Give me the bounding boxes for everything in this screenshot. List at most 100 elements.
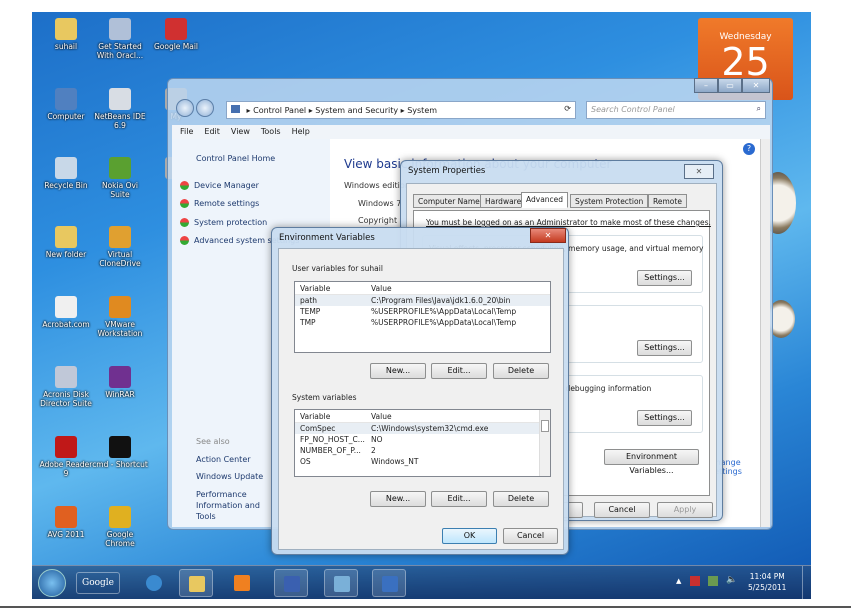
cancel-button[interactable]: Cancel — [594, 502, 650, 518]
breadcrumb-control-panel[interactable]: Control Panel — [253, 106, 306, 115]
tab-computer-name[interactable]: Computer Name — [413, 194, 485, 208]
system-edit-button[interactable]: Edit... — [431, 491, 487, 507]
ok-button[interactable]: OK — [442, 528, 497, 544]
variable-row[interactable]: TMP %USERPROFILE%\AppData\Local\Temp — [295, 317, 550, 328]
google-toolbar-button[interactable]: Google — [76, 572, 120, 594]
desktop-icon-adobe-reader-9[interactable]: Adobe Reader 9 — [38, 436, 94, 478]
breadcrumb-system[interactable]: System — [407, 106, 437, 115]
system-new-button[interactable]: New... — [370, 491, 426, 507]
column-value[interactable]: Value — [371, 282, 550, 294]
variable-row[interactable]: OS Windows_NT — [295, 456, 550, 467]
icon-label: suhail — [54, 42, 78, 51]
internet-explorer-button[interactable] — [137, 569, 171, 597]
tab-remote[interactable]: Remote — [648, 194, 687, 208]
action-center-link[interactable]: Action Center — [196, 455, 251, 464]
tab-advanced[interactable]: Advanced — [521, 192, 569, 208]
system-delete-button[interactable]: Delete — [493, 491, 549, 507]
start-button[interactable] — [38, 569, 66, 597]
variable-row[interactable]: TEMP %USERPROFILE%\AppData\Local\Temp — [295, 306, 550, 317]
menu-help[interactable]: Help — [292, 127, 310, 137]
vertical-scrollbar[interactable] — [760, 139, 770, 527]
windows-update-link[interactable]: Windows Update — [196, 472, 263, 481]
network-icon[interactable] — [708, 576, 718, 586]
search-icon[interactable]: ⌕ — [757, 104, 761, 114]
system-variables-list[interactable]: Variable Value ComSpec C:\Windows\system32… — [294, 409, 551, 477]
variable-row[interactable]: ComSpec C:\Windows\system32\cmd.exe — [295, 423, 550, 434]
desktop-icon-recycle-bin[interactable]: Recycle Bin — [38, 157, 94, 190]
icon-label: Recycle Bin — [44, 181, 88, 190]
desktop-icon-suhail[interactable]: suhail — [38, 18, 94, 51]
menu-file[interactable]: File — [180, 127, 193, 137]
variable-row[interactable]: FP_NO_HOST_C... NO — [295, 434, 550, 445]
shortcut-icon — [109, 436, 131, 458]
environment-variables-button[interactable]: Environment Variables... — [604, 449, 699, 475]
search-input[interactable]: Search Control Panel ⌕ — [586, 101, 766, 119]
maximize-button[interactable]: ▭ — [718, 78, 742, 93]
apply-button[interactable]: Apply — [657, 502, 713, 518]
close-button[interactable]: ✕ — [684, 164, 714, 179]
tab-system-protection[interactable]: System Protection — [570, 194, 649, 208]
icon-label: Acronis Disk Director Suite — [40, 390, 92, 408]
user-variables-list[interactable]: Variable Value path C:\Program Files\Java\… — [294, 281, 551, 353]
column-variable[interactable]: Variable — [295, 282, 371, 294]
refresh-icon[interactable]: ⟳ — [564, 104, 571, 113]
menu-tools[interactable]: Tools — [261, 127, 281, 137]
desktop-icon-nokia-ovi-suite[interactable]: Nokia Ovi Suite — [92, 157, 148, 199]
user-edit-button[interactable]: Edit... — [431, 363, 487, 379]
startup-settings-button[interactable]: Settings... — [637, 410, 692, 426]
variable-row[interactable]: path C:\Program Files\Java\jdk1.6.0_20\bi… — [295, 295, 550, 306]
system-protection-link[interactable]: System protection — [180, 218, 267, 227]
scroll-thumb[interactable] — [541, 420, 549, 432]
menu-edit[interactable]: Edit — [204, 127, 220, 137]
desktop-icon-vmware-workstation[interactable]: VMware Workstation — [92, 296, 148, 338]
desktop-icon-winrar[interactable]: WinRAR — [92, 366, 148, 399]
control-panel-home-link[interactable]: Control Panel Home — [196, 154, 275, 163]
help-icon[interactable]: ? — [743, 143, 755, 155]
desktop-icon-new-folder[interactable]: New folder — [38, 226, 94, 259]
user-delete-button[interactable]: Delete — [493, 363, 549, 379]
desktop-icon-cmd-shortcut[interactable]: cmd - Shortcut — [92, 436, 148, 469]
list-scrollbar[interactable] — [539, 410, 550, 476]
word-button[interactable] — [274, 569, 308, 597]
column-variable[interactable]: Variable — [295, 410, 371, 422]
tab-hardware[interactable]: Hardware — [480, 194, 527, 208]
desktop-icon-computer[interactable]: Computer — [38, 88, 94, 121]
control-panel-button[interactable] — [324, 569, 358, 597]
performance-info-link[interactable]: Performance Information and Tools — [196, 489, 276, 522]
windows-explorer-button[interactable] — [179, 569, 213, 597]
user-profiles-settings-button[interactable]: Settings... — [637, 340, 692, 356]
user-new-button[interactable]: New... — [370, 363, 426, 379]
desktop-icon-get-started-with-oracl[interactable]: Get Started With Oracl... — [92, 18, 148, 60]
media-player-button[interactable] — [225, 569, 259, 597]
back-button[interactable] — [176, 99, 194, 117]
shortcut-icon — [55, 226, 77, 248]
system-properties-button[interactable] — [372, 569, 406, 597]
close-button[interactable]: ✕ — [530, 228, 566, 243]
close-button[interactable]: ✕ — [742, 78, 770, 93]
shortcut-icon — [109, 506, 131, 528]
desktop-icon-google-mail[interactable]: Google Mail — [148, 18, 204, 51]
action-center-icon[interactable] — [690, 576, 700, 586]
desktop-icon-avg-2011[interactable]: AVG 2011 — [38, 506, 94, 539]
cancel-button[interactable]: Cancel — [503, 528, 558, 544]
performance-settings-button[interactable]: Settings... — [637, 270, 692, 286]
column-value[interactable]: Value — [371, 410, 550, 422]
breadcrumb-system-security[interactable]: System and Security — [315, 106, 398, 115]
desktop-icon-acrobat-com[interactable]: Acrobat.com — [38, 296, 94, 329]
desktop-icon-google-chrome[interactable]: Google Chrome — [92, 506, 148, 548]
address-bar[interactable]: ▸ Control Panel ▸ System and Security ▸ … — [226, 101, 576, 119]
show-desktop-button[interactable] — [802, 566, 811, 599]
volume-icon[interactable]: 🔈 — [726, 575, 737, 585]
minimize-button[interactable]: – — [694, 78, 718, 93]
device-manager-link[interactable]: Device Manager — [180, 181, 259, 190]
show-hidden-icons[interactable]: ▲ — [676, 577, 681, 585]
desktop-icon-acronis-disk-director-suite[interactable]: Acronis Disk Director Suite — [38, 366, 94, 408]
menu-view[interactable]: View — [231, 127, 250, 137]
forward-button[interactable] — [196, 99, 214, 117]
clock[interactable]: 11:04 PM 5/25/2011 — [748, 571, 786, 593]
shortcut-icon — [55, 436, 77, 458]
remote-settings-link[interactable]: Remote settings — [180, 199, 259, 208]
desktop-icon-netbeans-ide-6-9[interactable]: NetBeans IDE 6.9 — [92, 88, 148, 130]
desktop-icon-virtual-clonedrive[interactable]: Virtual CloneDrive — [92, 226, 148, 268]
variable-row[interactable]: NUMBER_OF_P... 2 — [295, 445, 550, 456]
